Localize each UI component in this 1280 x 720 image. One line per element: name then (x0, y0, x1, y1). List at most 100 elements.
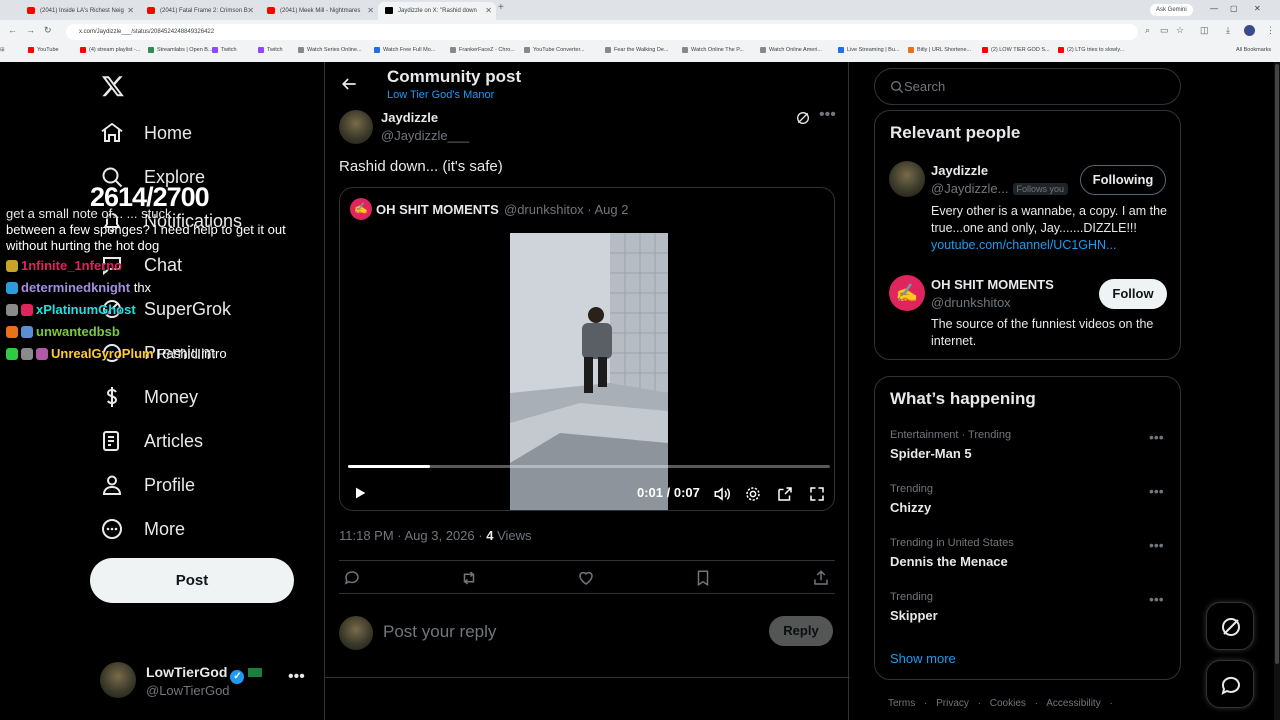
nav-item-home[interactable]: Home (100, 118, 192, 148)
browser-tab-3[interactable]: (2041) Meek Mill - Nightmares ✕ (260, 2, 378, 20)
nav-item-more[interactable]: More (100, 514, 185, 544)
bookmark-item[interactable]: (2) LOW TIER GOD S... (982, 46, 1050, 54)
browser-tab-2[interactable]: (2041) Fatal Frame 2: Crimson B ✕ (140, 2, 258, 20)
settings-gear-icon[interactable] (744, 485, 762, 503)
play-icon[interactable] (352, 485, 368, 501)
profile-avatar-icon[interactable] (1244, 25, 1255, 36)
person-bio-link[interactable]: youtube.com/channel/UC1GHN... (931, 238, 1117, 252)
badge-icon (21, 326, 33, 338)
bookmark-item[interactable]: Fear the Walking De... (605, 46, 669, 54)
nav-item-profile[interactable]: Profile (100, 470, 195, 500)
quoted-post[interactable]: ✍ OH SHIT MOMENTS @drunkshitox · Aug 2 0… (339, 187, 835, 511)
ask-gemini-button[interactable]: Ask Gemini (1150, 4, 1193, 16)
zoom-icon[interactable]: ⌕ (1145, 25, 1150, 36)
dollar-icon (106, 387, 118, 407)
reply-icon[interactable] (343, 569, 361, 587)
bookmark-item[interactable]: Watch Series Online... (298, 46, 362, 54)
browser-tab-1[interactable]: (2041) Inside LA's Richest Neig ✕ (20, 2, 138, 20)
more-dots-icon[interactable]: ••• (819, 106, 836, 124)
bookmark-item[interactable]: YouTube (28, 46, 59, 54)
menu-kebab-icon[interactable]: ⋮ (1266, 25, 1275, 36)
close-tab-icon[interactable]: ✕ (485, 2, 492, 20)
repost-icon[interactable] (460, 569, 478, 587)
reply-button[interactable]: Reply (769, 616, 833, 646)
nav-item-money[interactable]: Money (100, 382, 198, 412)
post-author-name[interactable]: Jaydizzle (381, 110, 438, 125)
messages-fab-button[interactable] (1206, 660, 1254, 708)
bookmark-star-icon[interactable]: ☆ (1176, 25, 1184, 36)
downloads-icon[interactable]: ⤓ (1226, 25, 1230, 36)
bookmarks-bar: ⊞ All Bookmarks YouTube (4) stream playli… (0, 44, 1280, 60)
quoted-avatar-icon[interactable]: ✍ (889, 275, 925, 311)
post-author-handle[interactable]: @Jaydizzle___ (381, 128, 469, 143)
reply-input[interactable]: Post your reply (383, 622, 496, 642)
forward-icon[interactable]: → (26, 25, 35, 35)
bookmark-item[interactable]: Watch Online The P... (682, 46, 744, 54)
nav-item-articles[interactable]: Articles (100, 426, 203, 456)
bookmark-favicon-icon (212, 47, 218, 53)
x-logo-icon[interactable] (100, 74, 126, 98)
like-heart-icon[interactable] (577, 569, 595, 587)
grok-icon[interactable] (795, 110, 811, 126)
page-scrollbar[interactable] (1274, 62, 1280, 720)
grok-fab-button[interactable] (1206, 602, 1254, 650)
community-link[interactable]: Low Tier God's Manor (387, 89, 494, 101)
scrollbar-thumb[interactable] (1275, 64, 1279, 664)
following-button[interactable]: Following (1080, 165, 1166, 195)
video-player[interactable]: 0:01 / 0:07 (340, 233, 834, 510)
address-bar[interactable]: x.com/Jaydizzle___/status/20845242488493… (66, 24, 1138, 40)
person-name[interactable]: Jaydizzle (931, 163, 988, 178)
more-circle-icon (102, 519, 122, 539)
badge-icon (6, 282, 18, 294)
volume-icon[interactable] (713, 485, 731, 503)
apps-grid-icon[interactable]: ⊞ (0, 46, 5, 54)
close-tab-icon[interactable]: ✕ (127, 2, 134, 20)
bookmark-item[interactable]: (2) LTG tries to slowly... (1058, 46, 1124, 54)
more-dots-icon[interactable]: ••• (1149, 483, 1164, 499)
close-tab-icon[interactable]: ✕ (247, 2, 254, 20)
extensions-icon[interactable]: ◫ (1200, 25, 1209, 36)
more-dots-icon[interactable]: ••• (1149, 537, 1164, 553)
all-bookmarks-link[interactable]: All Bookmarks (1236, 46, 1271, 54)
person-name[interactable]: OH SHIT MOMENTS (931, 277, 1054, 292)
new-tab-button[interactable]: + (498, 2, 504, 13)
bookmark-item[interactable]: Watch Free Full Mo... (374, 46, 435, 54)
reload-icon[interactable]: ↻ (44, 25, 52, 36)
video-progress-bar[interactable] (348, 465, 830, 468)
bookmark-item[interactable]: (4) stream playlist -... (80, 46, 140, 54)
avatar[interactable] (889, 161, 925, 197)
fullscreen-icon[interactable] (808, 485, 826, 503)
share-icon[interactable] (812, 569, 830, 587)
back-icon[interactable]: ← (8, 25, 17, 35)
bookmark-item[interactable]: FrankerFaceZ - Chro... (450, 46, 515, 54)
account-switcher[interactable]: LowTierGod ✓ @LowTierGod ••• (100, 660, 310, 704)
bookmark-icon[interactable] (694, 569, 712, 587)
browser-tab-4-active[interactable]: Jaydizzle on X: "Rashid down ✕ (378, 2, 496, 20)
more-dots-icon[interactable]: ••• (1149, 429, 1164, 445)
picture-in-picture-icon[interactable] (776, 485, 794, 503)
search-input[interactable]: Search (874, 68, 1181, 105)
maximize-icon[interactable]: ▢ (1230, 4, 1238, 13)
bookmark-item[interactable]: Twitch (258, 46, 283, 54)
close-tab-icon[interactable]: ✕ (367, 2, 374, 20)
footer-links[interactable]: Terms · Privacy · Cookies · Accessibilit… (888, 698, 1113, 709)
more-dots-icon[interactable]: ••• (288, 668, 305, 686)
panel-title: Relevant people (890, 123, 1021, 142)
post-timestamp[interactable]: 11:18 PM · Aug 3, 2026 · (339, 528, 483, 543)
bookmark-item[interactable]: YouTube Converter... (524, 46, 585, 54)
avatar[interactable] (339, 110, 373, 144)
bookmark-item[interactable]: Streamlabs | Open B... (148, 46, 213, 54)
back-arrow-icon[interactable] (339, 74, 359, 94)
minimize-icon[interactable]: — (1210, 4, 1218, 13)
close-window-icon[interactable]: ✕ (1254, 4, 1261, 13)
follow-button[interactable]: Follow (1099, 279, 1167, 309)
bookmark-item[interactable]: Watch Online Ameri... (760, 46, 822, 54)
bookmark-item[interactable]: Bitly | URL Shortene... (908, 46, 971, 54)
more-dots-icon[interactable]: ••• (1149, 591, 1164, 607)
bookmark-item[interactable]: Live Streaming | Bu... (838, 46, 899, 54)
show-more-link[interactable]: Show more (890, 651, 956, 666)
bookmark-item[interactable]: Twitch (212, 46, 237, 54)
cast-icon[interactable]: ▭ (1160, 25, 1169, 36)
post-button[interactable]: Post (90, 558, 294, 603)
chat-text: Rashid intro (157, 346, 227, 361)
